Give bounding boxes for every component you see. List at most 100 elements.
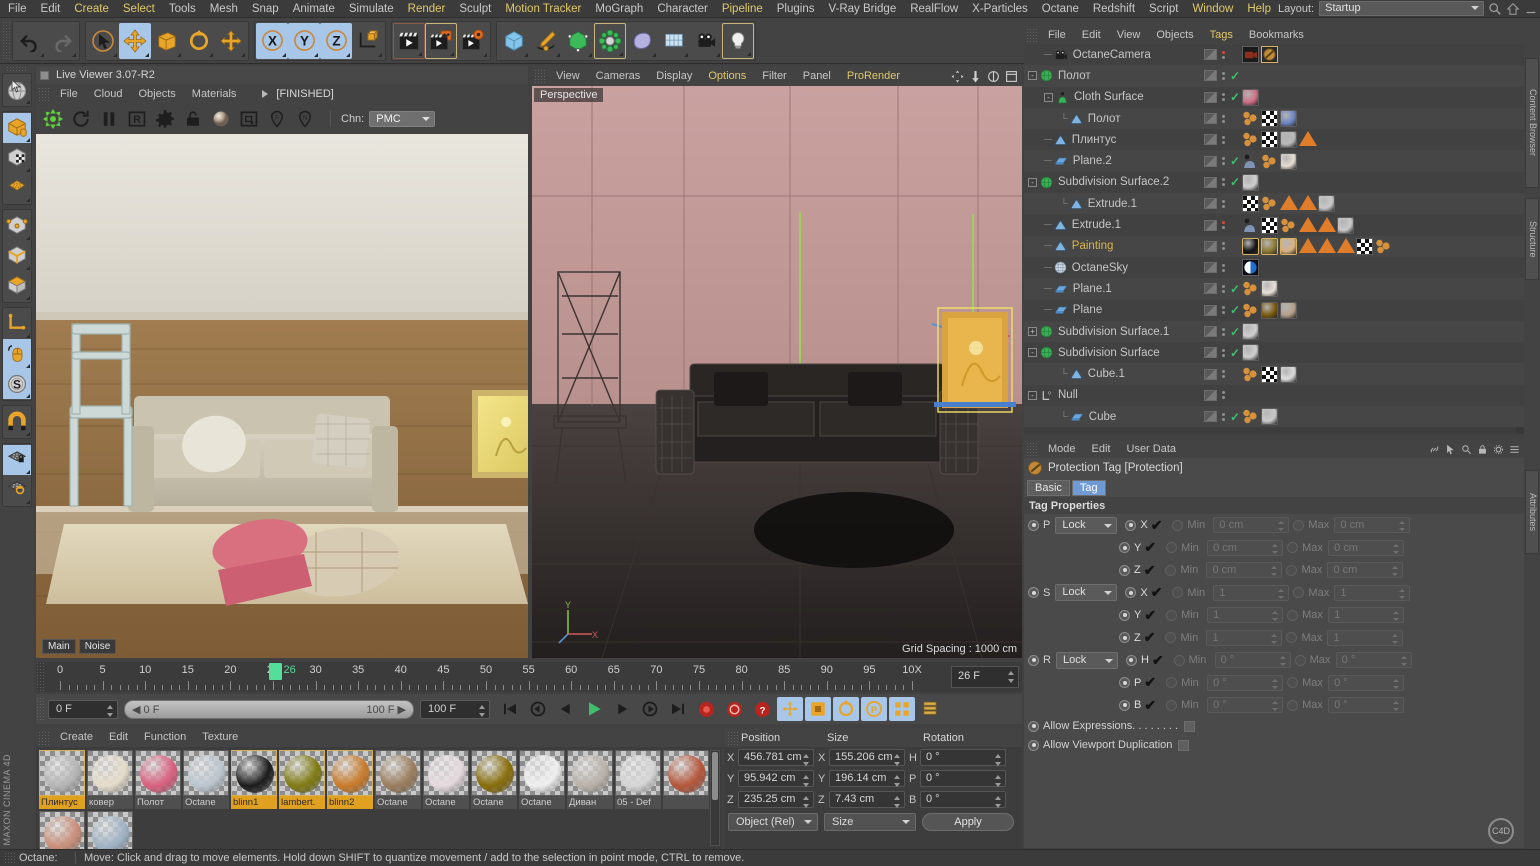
material-swatch[interactable] <box>87 811 133 849</box>
menu-sculpt[interactable]: Sculpt <box>452 0 498 18</box>
rotation-field[interactable]: 0 ° <box>920 791 1006 808</box>
world-object-coordinate-button[interactable] <box>352 23 384 59</box>
camera-button[interactable] <box>690 23 722 59</box>
step-back-button[interactable] <box>553 697 579 721</box>
current-frame-field[interactable]: 26 F <box>951 666 1019 688</box>
axis-checkbox[interactable]: ✔ <box>1151 518 1163 532</box>
object-row[interactable]: + Subdivision Surface.1 ✓ <box>1024 320 1524 343</box>
viewport-menu-prorender[interactable]: ProRender <box>839 66 908 86</box>
object-tag[interactable] <box>1261 301 1278 319</box>
object-name-cell[interactable]: └ Полот <box>1024 113 1194 125</box>
om-menu-edit[interactable]: Edit <box>1074 26 1109 44</box>
keyframe-selection-button[interactable]: ? <box>749 697 775 721</box>
object-tag[interactable] <box>1242 46 1259 64</box>
menu-select[interactable]: Select <box>116 0 162 18</box>
mm-menu-create[interactable]: Create <box>52 728 101 747</box>
min-toggle-icon[interactable] <box>1166 609 1178 621</box>
layer-swatch[interactable] <box>1204 155 1217 167</box>
max-field[interactable]: 1 <box>1327 629 1404 646</box>
viewport-menu-display[interactable]: Display <box>648 66 700 86</box>
go-to-start-button[interactable] <box>497 697 523 721</box>
object-name-cell[interactable]: - Subdivision Surface.2 <box>1024 176 1194 189</box>
material-sphere-icon[interactable] <box>208 106 234 132</box>
visibility-dots[interactable] <box>1222 221 1225 230</box>
object-name-cell[interactable]: - 0 Null <box>1024 389 1194 402</box>
enabled-check-icon[interactable]: ✓ <box>1230 154 1240 168</box>
enabled-check-icon[interactable]: ✓ <box>1230 69 1240 83</box>
object-tag[interactable] <box>1280 110 1297 128</box>
visibility-dots[interactable] <box>1222 114 1225 123</box>
object-tag[interactable] <box>1242 153 1259 170</box>
layout-dropdown[interactable]: Startup <box>1319 1 1485 16</box>
axis-checkbox[interactable]: ✔ <box>1144 563 1156 577</box>
object-name-cell[interactable]: ─ OctaneSky <box>1024 261 1194 274</box>
min-field[interactable]: 0 ° <box>1207 697 1284 714</box>
minimize-icon[interactable] <box>1524 2 1538 16</box>
max-toggle-icon[interactable] <box>1287 609 1299 621</box>
live-viewer-render-canvas[interactable]: Main Noise <box>36 134 528 658</box>
lv-menu-objects[interactable]: Objects <box>130 84 183 104</box>
axis-checkbox[interactable]: ✔ <box>1144 540 1156 554</box>
material-swatch[interactable] <box>663 750 709 809</box>
menu-animate[interactable]: Animate <box>286 0 342 18</box>
object-row[interactable]: - Cloth Surface ✓ <box>1024 86 1524 108</box>
object-tag[interactable] <box>1337 216 1354 234</box>
visibility-dots[interactable] <box>1222 306 1225 315</box>
min-toggle-icon[interactable] <box>1172 519 1184 531</box>
menu-pipeline[interactable]: Pipeline <box>715 0 770 18</box>
object-tag[interactable] <box>1318 195 1335 213</box>
object-tag[interactable] <box>1242 217 1259 234</box>
object-tag[interactable] <box>1299 216 1317 234</box>
enabled-check-icon[interactable]: ✓ <box>1230 346 1240 360</box>
min-field[interactable]: 0 cm <box>1206 562 1283 579</box>
search-icon[interactable] <box>1461 444 1472 455</box>
lock-mode-dropdown[interactable]: Lock <box>1055 584 1118 602</box>
menu-script[interactable]: Script <box>1142 0 1185 18</box>
visibility-dots[interactable] <box>1222 284 1225 293</box>
visibility-dots[interactable] <box>1222 71 1225 80</box>
y-axis-lock-button[interactable]: Y <box>288 22 320 59</box>
axis-checkbox[interactable]: ✔ <box>1144 698 1156 712</box>
lock-mode-dropdown[interactable]: Lock <box>1055 516 1118 534</box>
object-row[interactable]: ─ Plane ✓ <box>1024 299 1524 321</box>
max-toggle-icon[interactable] <box>1287 542 1299 554</box>
object-tag[interactable] <box>1280 301 1297 319</box>
object-name-cell[interactable]: ─ Плинтус <box>1024 134 1194 146</box>
layer-swatch[interactable] <box>1204 326 1217 337</box>
viewport-3d-canvas[interactable]: Perspective Y X Grid Spacing : 1000 cm <box>532 86 1022 658</box>
menu-redshift[interactable]: Redshift <box>1086 0 1142 18</box>
menu-realflow[interactable]: RealFlow <box>903 0 965 18</box>
x-axis-lock-button[interactable]: X <box>256 22 288 59</box>
min-field[interactable]: 1 <box>1207 607 1284 624</box>
add-tool-button[interactable] <box>215 23 247 59</box>
timeline-range-slider[interactable]: ◀ 0 F 100 F ▶ <box>124 699 414 719</box>
layer-swatch[interactable] <box>1204 283 1217 295</box>
visibility-dots[interactable] <box>1222 157 1225 166</box>
object-name-cell[interactable]: ─ Plane.2 <box>1024 155 1194 167</box>
object-name-cell[interactable]: └ Cube.1 <box>1024 368 1194 380</box>
focus-pin-icon[interactable]: F <box>264 106 290 132</box>
object-tag[interactable] <box>1280 131 1297 149</box>
axis-checkbox[interactable]: ✔ <box>1144 608 1156 622</box>
render-to-picture-viewer-button[interactable] <box>425 22 457 59</box>
rotation-key-button[interactable] <box>833 697 859 721</box>
object-tag[interactable] <box>1242 302 1259 319</box>
axis-radio[interactable] <box>1119 677 1130 689</box>
timeline-ruler[interactable]: 0510152025303540455055606570758085909510… <box>46 662 948 692</box>
visibility-dots[interactable] <box>1222 50 1225 59</box>
menu-edit[interactable]: Edit <box>34 0 68 18</box>
object-tag[interactable] <box>1356 237 1373 255</box>
preview-start-field[interactable]: 0 F <box>48 699 118 719</box>
visibility-dots[interactable] <box>1222 327 1225 336</box>
visibility-dots[interactable] <box>1222 93 1225 102</box>
layer-swatch[interactable] <box>1204 198 1217 210</box>
lock-icon[interactable] <box>180 106 206 132</box>
layer-swatch[interactable] <box>1204 304 1217 316</box>
object-name-cell[interactable]: - Cloth Surface <box>1024 91 1194 104</box>
object-tag[interactable] <box>1280 217 1297 234</box>
soft-selection-button[interactable]: S <box>3 369 31 399</box>
om-menu-tags[interactable]: Tags <box>1202 26 1241 44</box>
lock-icon[interactable] <box>1477 444 1488 455</box>
texture-mode-button[interactable] <box>3 173 31 203</box>
object-tag[interactable] <box>1261 131 1278 149</box>
